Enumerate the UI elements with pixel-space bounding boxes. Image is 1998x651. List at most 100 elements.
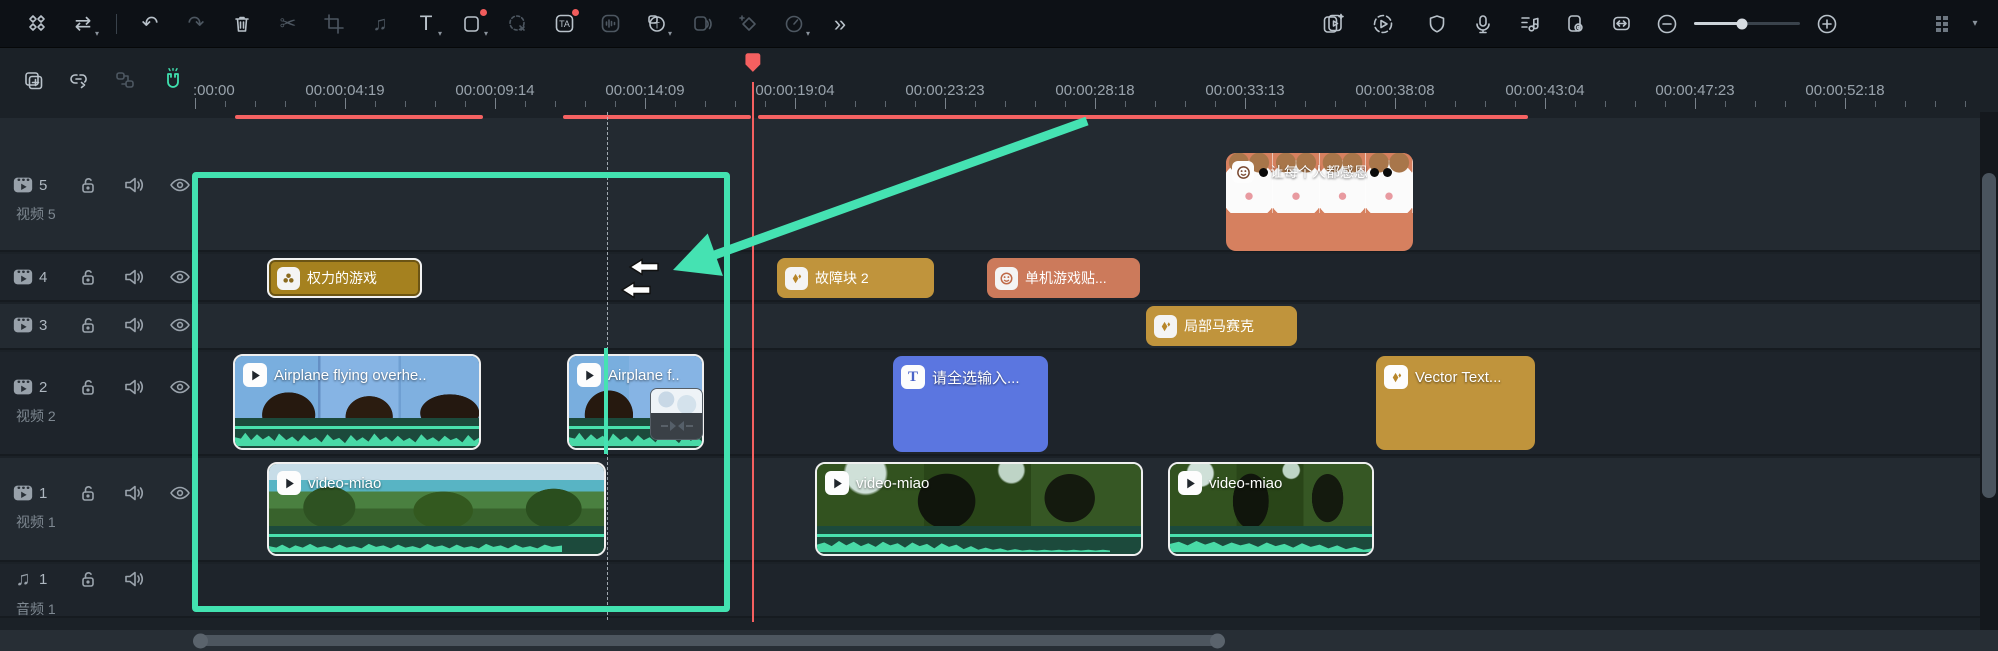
speech-to-text-icon[interactable] [685,7,719,41]
ruler-tick [1035,101,1036,107]
timeline-zoom-slider[interactable] [1694,7,1800,41]
render-cache-bar [235,115,483,119]
clip-mosaic-effect[interactable]: 局部马赛克 [1146,306,1297,346]
ruler-tick [1215,101,1216,107]
split-scissors-icon[interactable]: ✂ [271,7,305,41]
apps-grid-icon[interactable] [20,7,54,41]
ruler-tick [1065,101,1066,107]
speaker-icon[interactable] [123,314,145,336]
shield-icon[interactable] [1420,7,1454,41]
sticker-dot [1383,167,1392,177]
motion-tracking-icon[interactable] [501,7,535,41]
zoom-out-icon[interactable] [1650,7,1684,41]
track-number: 1 [39,484,48,502]
ruler-tick [1305,101,1306,107]
link-clip-icon[interactable] [62,63,96,97]
eye-icon[interactable] [169,314,191,336]
undo-icon[interactable]: ↶ [133,7,167,41]
clip-text-input[interactable]: T 请全选输入... [893,356,1048,452]
text-to-speech-icon[interactable]: T ▾ [639,7,673,41]
audio-list-icon[interactable] [1512,7,1546,41]
speaker-icon[interactable] [123,482,145,504]
speaker-icon[interactable] [123,568,145,590]
ai-text-icon[interactable]: TA [547,7,581,41]
voiceover-mic-icon[interactable] [1466,7,1500,41]
ruler-tick [1815,101,1816,107]
video-track-icon [12,482,34,504]
text-tool-icon[interactable]: T ▾ [409,7,443,41]
track-number: 1 [39,570,48,588]
speed-icon[interactable]: ▾ [777,7,811,41]
vertical-scrollbar-handle[interactable] [1982,173,1996,498]
ruler-label: 00:00:52:18 [1805,82,1885,99]
lock-icon[interactable] [77,482,99,504]
media-import-icon[interactable]: ⇄ ▾ [66,7,100,41]
layout-caret-icon[interactable]: ▾ [1966,7,1984,41]
play-icon [825,471,849,495]
ruler-tick [1665,101,1666,107]
track-number: 4 [39,268,48,286]
timeline-ruler[interactable]: :00:00 00:00:04:19 00:00:09:14 00:00:14:… [190,48,1998,112]
ruler-tick [1575,101,1576,107]
mask-icon[interactable]: ▾ [455,7,489,41]
video-track-icon [12,376,34,398]
lock-icon[interactable] [77,314,99,336]
eye-icon[interactable] [169,174,191,196]
crop-icon[interactable] [317,7,351,41]
ruler-label: :00:00 [193,82,235,99]
snap-magnet-icon[interactable] [156,63,190,97]
ruler-tick [255,101,256,107]
eye-icon[interactable] [169,266,191,288]
lock-icon[interactable] [77,266,99,288]
eye-icon[interactable] [169,482,191,504]
delete-icon[interactable] [225,7,259,41]
clip-vector-text[interactable]: Vector Text... [1376,356,1535,450]
render-preview-icon[interactable] [1366,7,1400,41]
eye-icon[interactable] [169,376,191,398]
horizontal-scrollbar-track[interactable] [0,630,1998,651]
screen-mirror-icon[interactable] [1558,7,1592,41]
render-cache-bar [563,115,751,119]
clip-label: 局部马赛克 [1184,318,1254,334]
ruler-tick [585,101,586,107]
horizontal-scrollbar-handle[interactable] [196,635,1222,646]
add-to-track-icon[interactable] [16,63,50,97]
track-number: 5 [39,176,48,194]
clip-game-sticker[interactable]: 单机游戏贴... [987,258,1140,298]
ruler-tick [795,98,796,109]
timeline-subbar: :00:00 00:00:04:19 00:00:09:14 00:00:14:… [0,48,1998,112]
clip-glitch-effect[interactable]: 故障块 2 [777,258,934,298]
ruler-tick [1395,98,1396,109]
zoom-in-icon[interactable] [1810,7,1844,41]
split-track-icon[interactable] [108,63,142,97]
music-icon[interactable]: ♫ [363,7,397,41]
ruler-tick [1245,98,1246,109]
add-keyframe-icon[interactable] [731,7,765,41]
track-label: 音频 1 [16,601,56,617]
redo-icon[interactable]: ↷ [179,7,213,41]
ruler-tick [765,101,766,107]
more-chevrons-icon[interactable]: » [823,7,857,41]
ruler-tick [1365,101,1366,107]
speaker-icon[interactable] [123,266,145,288]
audio-strip-icon[interactable] [593,7,627,41]
speaker-icon[interactable] [123,376,145,398]
zoom-slider-knob[interactable] [1736,18,1748,29]
ruler-label: 00:00:38:08 [1355,82,1435,99]
speaker-icon[interactable] [123,174,145,196]
effect-icon [1154,314,1177,338]
sticker-icon [995,266,1018,290]
clip-video-miao-2[interactable]: video-miao [815,462,1143,556]
ruler-tick [705,101,706,107]
ruler-tick [1755,101,1756,107]
fit-timeline-icon[interactable] [1604,7,1638,41]
layout-grid-icon[interactable] [1926,7,1960,41]
lock-icon[interactable] [77,568,99,590]
ruler-tick [1275,101,1276,107]
ruler-tick [1425,101,1426,107]
lock-icon[interactable] [77,174,99,196]
export-clip-icon[interactable] [1316,7,1350,41]
clip-cat-sticker[interactable]: 让每个人都感恩 [1226,153,1413,251]
clip-video-miao-3[interactable]: video-miao [1168,462,1374,556]
lock-icon[interactable] [77,376,99,398]
